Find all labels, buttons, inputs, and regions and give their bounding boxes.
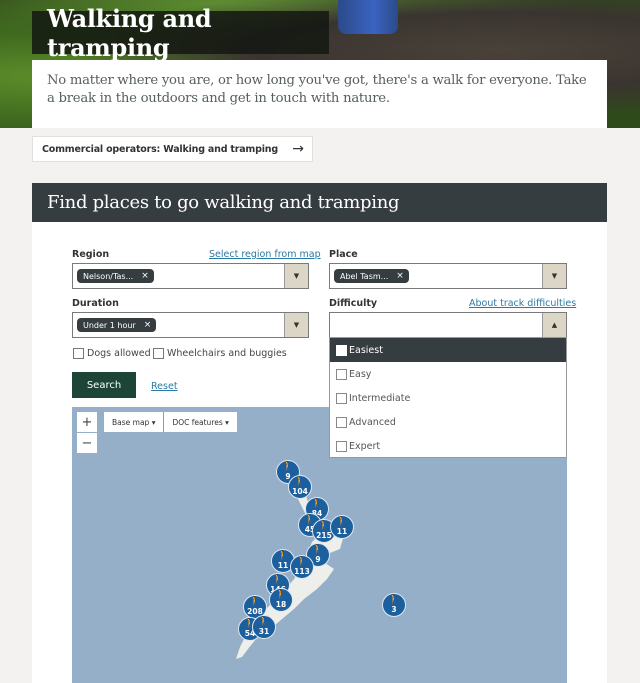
difficulty-option-expert[interactable]: Expert — [330, 434, 566, 458]
map-cluster-marker[interactable]: 🚶 31 — [252, 615, 276, 639]
checkbox-box[interactable] — [336, 368, 347, 380]
checkbox-box[interactable] — [153, 348, 164, 359]
checkbox-box[interactable] — [336, 416, 347, 428]
arrow-right-icon: → — [292, 141, 304, 157]
map-cluster-marker[interactable]: 🚶 104 — [288, 475, 312, 499]
commercial-operators-label: Commercial operators: Walking and trampi… — [42, 143, 278, 155]
dogs-allowed-label: Dogs allowed — [87, 348, 151, 359]
cluster-count: 11 — [277, 561, 289, 571]
duration-chip: Under 1 hour × — [77, 318, 157, 332]
option-label: Advanced — [349, 416, 396, 428]
close-icon[interactable]: × — [144, 320, 152, 330]
difficulty-option-easy[interactable]: Easy — [330, 362, 566, 386]
cluster-count: 9 — [315, 555, 321, 565]
doc-features-menu[interactable]: DOC features ▾ — [163, 412, 236, 432]
region-select[interactable]: Nelson/Tas... × ▼ — [72, 263, 309, 289]
hero-title-box: Walking and tramping — [32, 4, 329, 62]
wheelchairs-label: Wheelchairs and buggies — [167, 348, 287, 359]
cluster-count: 104 — [292, 487, 308, 497]
checkbox-box[interactable] — [73, 348, 84, 359]
option-label: Easy — [349, 368, 372, 380]
difficulty-label: Difficulty — [329, 298, 378, 309]
checkbox-box[interactable] — [336, 392, 347, 404]
zoom-out-button[interactable]: − — [77, 433, 97, 453]
cluster-count: 215 — [316, 531, 332, 541]
chevron-down-icon[interactable]: ▼ — [284, 264, 308, 288]
duration-label: Duration — [72, 298, 119, 309]
option-label: Intermediate — [349, 392, 411, 404]
cluster-count: 11 — [336, 527, 348, 537]
difficulty-dropdown: Easiest Easy Intermediate Advanced Exper… — [329, 337, 567, 458]
place-label: Place — [329, 249, 358, 260]
finder-title: Find places to go walking and tramping — [47, 192, 400, 213]
place-chip-label: Abel Tasm... — [340, 271, 389, 281]
cluster-count: 31 — [258, 627, 270, 637]
option-label: Easiest — [349, 344, 383, 356]
select-region-from-map-link[interactable]: Select region from map — [209, 249, 321, 260]
place-chip: Abel Tasm... × — [334, 269, 409, 283]
cluster-count: 18 — [275, 600, 287, 610]
chevron-down-icon[interactable]: ▼ — [542, 264, 566, 288]
region-chip-label: Nelson/Tas... — [83, 271, 134, 281]
chevron-down-icon[interactable]: ▼ — [284, 313, 308, 337]
about-track-difficulties-link[interactable]: About track difficulties — [469, 298, 576, 309]
region-chip: Nelson/Tas... × — [77, 269, 154, 283]
cluster-count: 113 — [294, 567, 310, 577]
zoom-in-button[interactable]: + — [77, 412, 97, 432]
intro-text: No matter where you are, or how long you… — [47, 73, 587, 106]
dogs-allowed-checkbox[interactable]: Dogs allowed — [73, 348, 151, 359]
base-map-menu[interactable]: Base map ▾ — [104, 412, 163, 432]
hero-image-hiker — [338, 0, 398, 34]
map-menus: Base map ▾ DOC features ▾ — [104, 412, 237, 432]
difficulty-option-intermediate[interactable]: Intermediate — [330, 386, 566, 410]
difficulty-option-easiest[interactable]: Easiest — [330, 338, 566, 362]
page-title: Walking and tramping — [47, 3, 212, 62]
map-cluster-marker[interactable]: 🚶 11 — [330, 515, 354, 539]
intro-box: No matter where you are, or how long you… — [32, 60, 607, 128]
reset-link[interactable]: Reset — [151, 381, 178, 392]
difficulty-option-advanced[interactable]: Advanced — [330, 410, 566, 434]
wheelchairs-checkbox[interactable]: Wheelchairs and buggies — [153, 348, 287, 359]
duration-select[interactable]: Under 1 hour × ▼ — [72, 312, 309, 338]
chevron-up-icon[interactable]: ▲ — [542, 313, 566, 337]
checkbox-box[interactable] — [336, 344, 347, 356]
map-cluster-marker[interactable]: 🚶 3 — [382, 593, 406, 617]
finder-header: Find places to go walking and tramping — [32, 183, 607, 222]
cluster-count: 3 — [391, 605, 397, 615]
checkbox-box[interactable] — [336, 440, 347, 452]
duration-chip-label: Under 1 hour — [83, 320, 136, 330]
close-icon[interactable]: × — [141, 271, 149, 281]
place-select[interactable]: Abel Tasm... × ▼ — [329, 263, 567, 289]
region-label: Region — [72, 249, 110, 260]
option-label: Expert — [349, 440, 381, 452]
map-cluster-marker[interactable]: 🚶 113 — [290, 555, 314, 579]
close-icon[interactable]: × — [396, 271, 404, 281]
search-button[interactable]: Search — [72, 372, 136, 398]
map-cluster-marker[interactable]: 🚶 18 — [269, 588, 293, 612]
commercial-operators-link[interactable]: Commercial operators: Walking and trampi… — [32, 136, 313, 162]
difficulty-select[interactable]: ▲ — [329, 312, 567, 338]
